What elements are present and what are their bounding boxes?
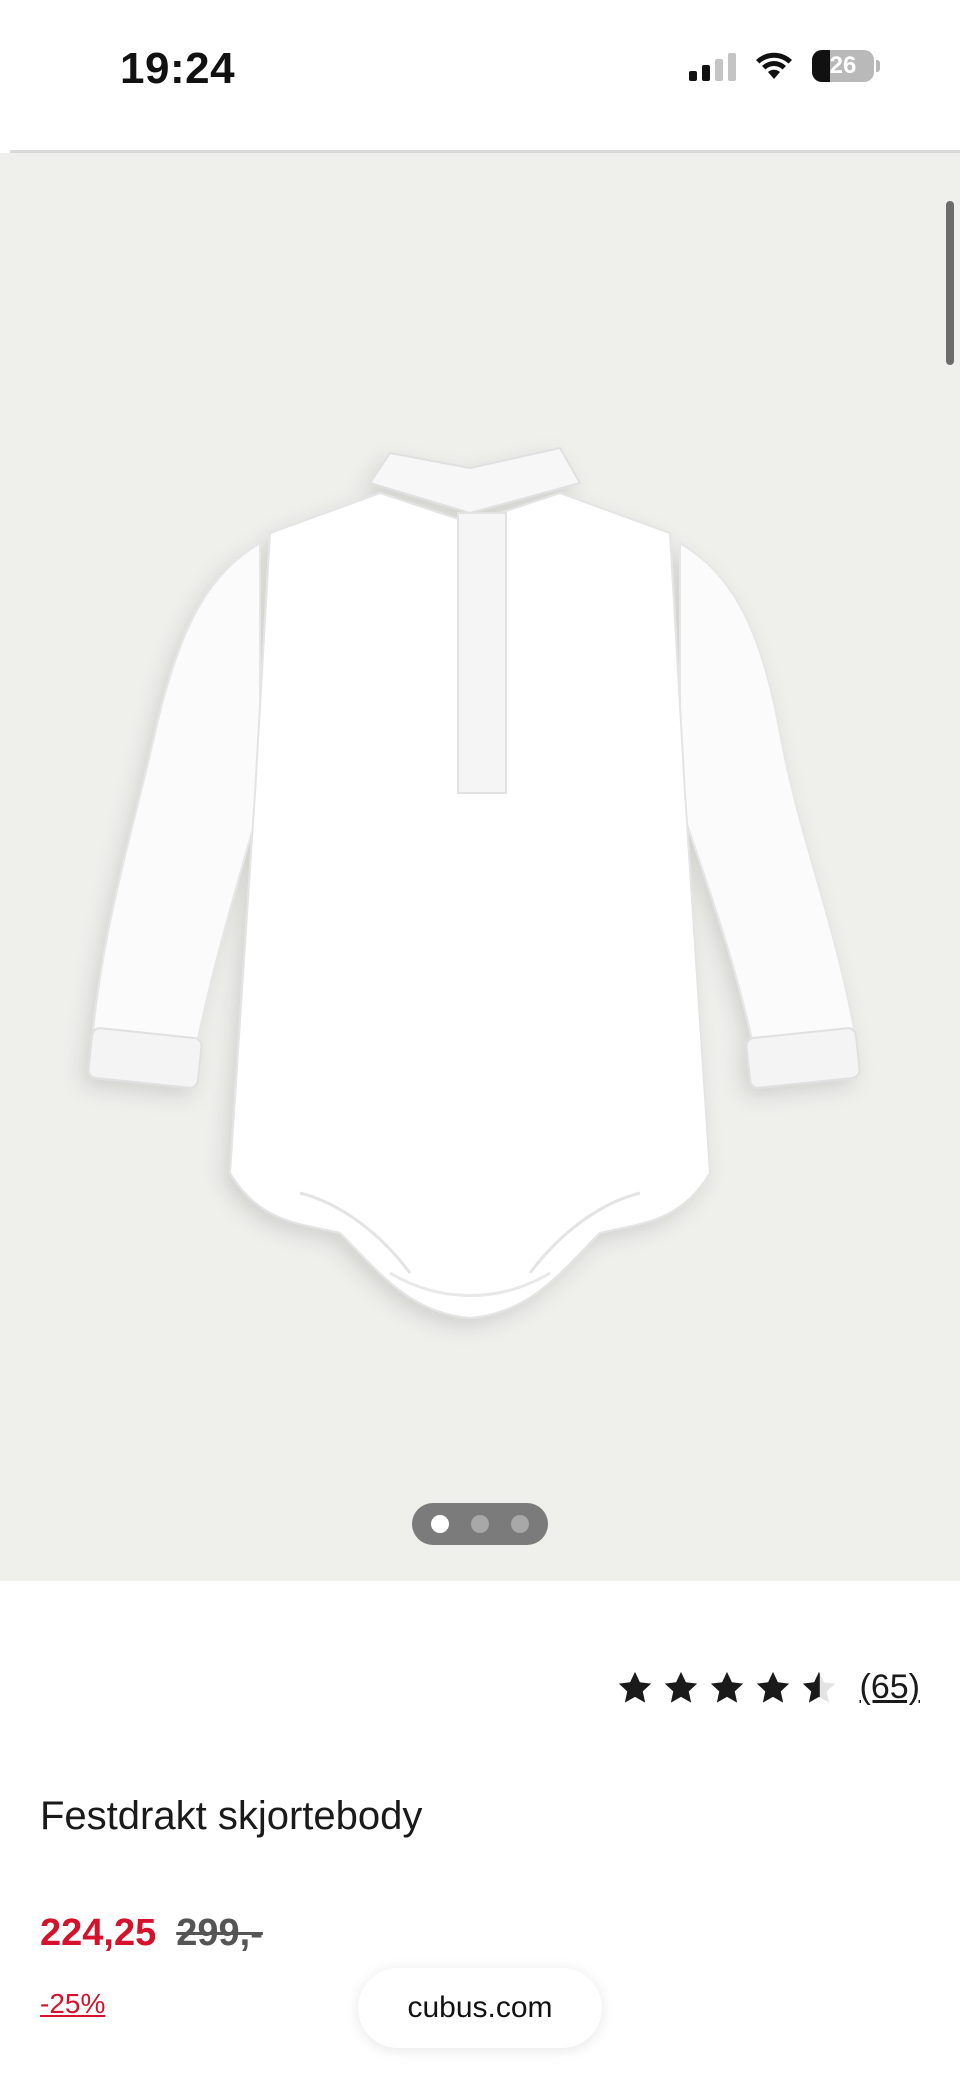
star-half-icon [802,1671,835,1703]
star-full-icon [710,1671,743,1703]
carousel-dot-3[interactable] [511,1515,529,1533]
scrollbar[interactable] [946,201,954,365]
cellular-signal-icon [689,51,736,81]
wifi-icon [756,52,792,79]
star-full-icon [756,1671,789,1703]
status-time: 19:24 [120,44,236,93]
product-image-gallery[interactable] [0,153,960,1581]
carousel-pagination[interactable] [412,1503,548,1545]
product-title: Festdrakt skjortebody [40,1794,423,1838]
rating-stars [616,1669,838,1707]
sale-price: 224,25 [40,1912,157,1954]
status-bar: 19:24 26 [0,0,960,140]
price-row: 224,25 299,- [40,1912,263,1955]
carousel-dot-1[interactable] [431,1515,449,1533]
product-rating[interactable]: (65) [616,1668,920,1707]
original-price: 299,- [176,1912,263,1954]
discount-badge[interactable]: -25% [40,1988,105,2020]
battery-percent: 26 [829,52,857,79]
review-count-link[interactable]: (65) [860,1668,920,1707]
product-image[interactable] [60,373,880,1353]
browser-url-bar[interactable]: cubus.com [358,1968,602,2048]
star-full-icon [618,1671,651,1703]
battery-icon: 26 [812,50,874,82]
status-icons: 26 [689,50,880,82]
carousel-dot-2[interactable] [471,1515,489,1533]
star-full-icon [664,1671,697,1703]
